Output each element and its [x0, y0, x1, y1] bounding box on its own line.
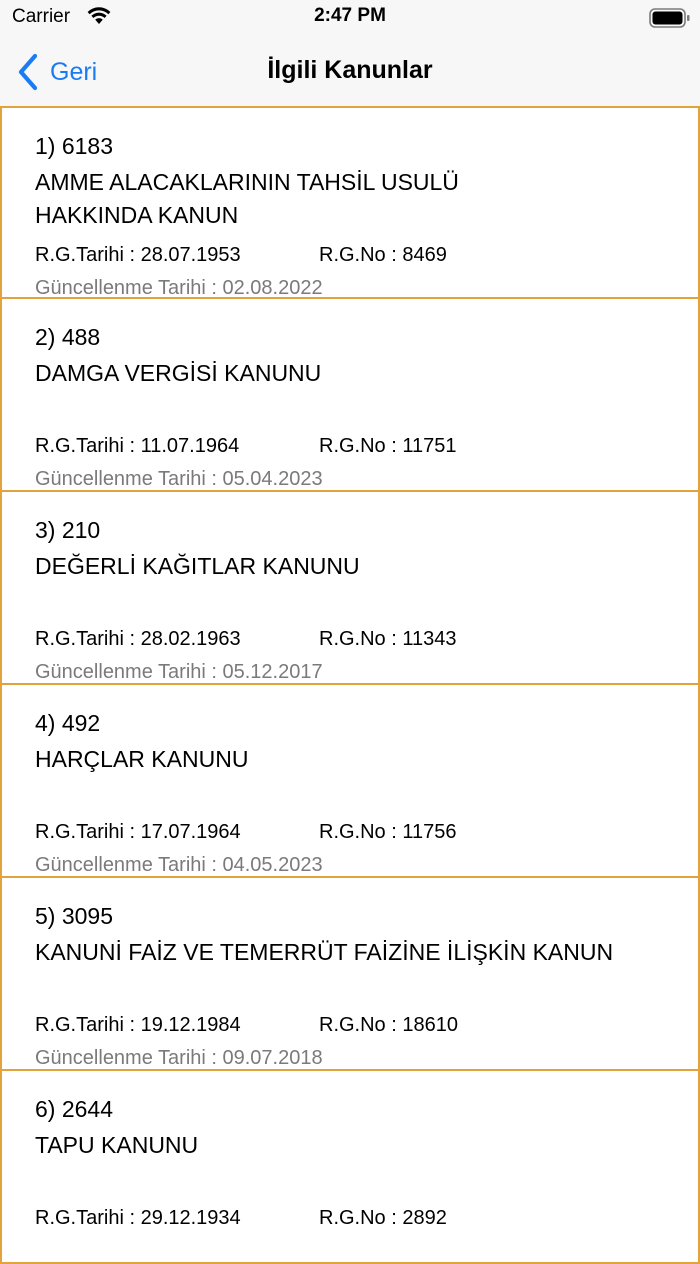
law-list: 1) 6183 AMME ALACAKLARININ TAHSİL USULÜ …	[0, 106, 700, 1264]
law-list-item[interactable]: 1) 6183 AMME ALACAKLARININ TAHSİL USULÜ …	[0, 106, 700, 299]
law-number: 1) 6183	[35, 133, 114, 159]
law-list-item[interactable]: 5) 3095 KANUNİ FAİZ VE TEMERRÜT FAİZİNE …	[0, 878, 700, 1071]
law-list-item[interactable]: 2) 488 DAMGA VERGİSİ KANUNU R.G.Tarihi :…	[0, 299, 700, 492]
law-list-item[interactable]: 4) 492 HARÇLAR KANUNU R.G.Tarihi : 17.07…	[0, 685, 700, 878]
law-title: TAPU KANUNU	[35, 1132, 199, 1158]
law-list-item[interactable]: 3) 210 DEĞERLİ KAĞITLAR KANUNU R.G.Tarih…	[0, 492, 700, 685]
updated-date: Güncellenme Tarihi : 02.08.2022	[35, 277, 323, 299]
updated-date: Güncellenme Tarihi : 05.12.2017	[35, 661, 323, 683]
law-number: 4) 492	[35, 710, 101, 736]
navigation-bar: Geri İlgili Kanunlar	[0, 40, 700, 106]
law-number: 6) 2644	[35, 1096, 114, 1122]
rg-number: R.G.No : 11343	[319, 628, 457, 650]
updated-date: Güncellenme Tarihi : 09.07.2018	[35, 1047, 323, 1069]
law-title: DAMGA VERGİSİ KANUNU	[35, 360, 322, 386]
updated-date: Güncellenme Tarihi : 04.05.2023	[35, 854, 323, 876]
law-number: 5) 3095	[35, 903, 114, 929]
law-title: HARÇLAR KANUNU	[35, 746, 249, 772]
law-title: DEĞERLİ KAĞITLAR KANUNU	[35, 553, 360, 579]
law-list-item[interactable]: 6) 2644 TAPU KANUNU R.G.Tarihi : 29.12.1…	[0, 1071, 700, 1264]
rg-date: R.G.Tarihi : 28.02.1963	[35, 628, 241, 650]
rg-number: R.G.No : 11751	[319, 435, 457, 457]
rg-number: R.G.No : 2892	[319, 1207, 447, 1229]
rg-number: R.G.No : 11756	[319, 821, 457, 843]
page-title: İlgili Kanunlar	[267, 56, 433, 84]
rg-date: R.G.Tarihi : 29.12.1934	[35, 1207, 241, 1229]
battery-icon	[649, 8, 690, 28]
rg-date: R.G.Tarihi : 17.07.1964	[35, 821, 241, 843]
rg-date: R.G.Tarihi : 11.07.1964	[35, 435, 240, 457]
clock: 2:47 PM	[314, 5, 386, 26]
rg-date: R.G.Tarihi : 28.07.1953	[35, 244, 241, 266]
law-title: KANUNİ FAİZ VE TEMERRÜT FAİZİNE İLİŞKİN …	[35, 939, 614, 965]
rg-number: R.G.No : 8469	[319, 244, 447, 266]
updated-date: Güncellenme Tarihi : 05.04.2023	[35, 468, 323, 490]
rg-number: R.G.No : 18610	[319, 1014, 458, 1036]
law-number: 2) 488	[35, 324, 101, 350]
rg-date: R.G.Tarihi : 19.12.1984	[35, 1014, 241, 1036]
law-title: AMME ALACAKLARININ TAHSİL USULÜ HAKKINDA…	[35, 169, 459, 228]
law-number: 3) 210	[35, 517, 101, 543]
status-bar: Carrier 2:47 PM	[0, 0, 700, 40]
